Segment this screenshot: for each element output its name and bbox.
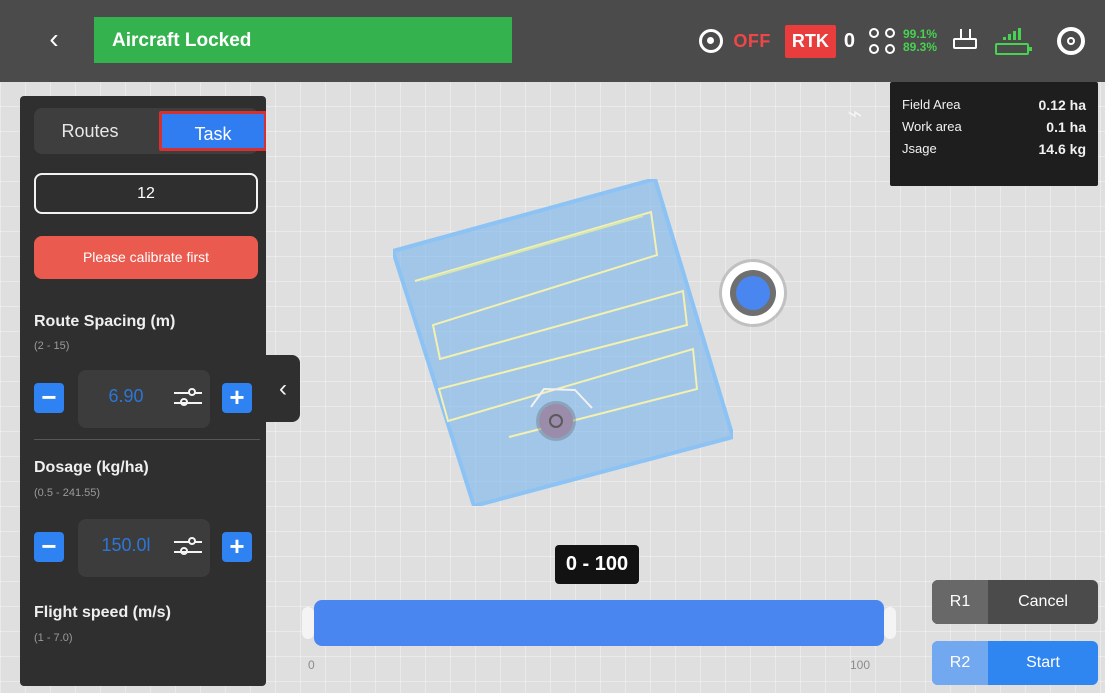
divider xyxy=(34,439,260,440)
back-button[interactable]: ‹ xyxy=(40,25,68,53)
top-bar: ‹ Aircraft Locked OFF RTK 0 99.1% 89.3% xyxy=(0,0,1105,82)
drone-icon xyxy=(868,28,895,54)
dosage-stepper[interactable]: − 150.0l + xyxy=(34,519,260,577)
field-id-input[interactable]: 12 xyxy=(34,173,258,214)
signal-battery-icon xyxy=(995,27,1032,55)
stat-value: 0.12 ha xyxy=(1038,97,1086,113)
aircraft-status-banner: Aircraft Locked xyxy=(94,17,512,63)
range-end-handle[interactable] xyxy=(884,607,896,639)
route-spacing-value-box[interactable]: 6.90 xyxy=(78,370,210,428)
range-slider-track[interactable] xyxy=(314,600,884,646)
collapse-panel-button[interactable]: ‹ xyxy=(266,355,300,422)
stat-row: Work area 0.1 ha xyxy=(902,116,1086,138)
range-start-handle[interactable] xyxy=(302,607,314,639)
rtk-count: 0 xyxy=(843,29,855,52)
gnss-status: OFF xyxy=(733,30,771,51)
stat-value: 14.6 kg xyxy=(1038,141,1086,157)
rtk-badge: RTK xyxy=(784,24,836,58)
stat-value: 0.1 ha xyxy=(1046,119,1086,135)
stat-label: Work area xyxy=(902,119,962,134)
panel-tabs: Routes Task xyxy=(34,108,266,154)
dosage-decrease-button[interactable]: − xyxy=(34,532,64,562)
tab-routes[interactable]: Routes xyxy=(34,108,146,154)
route-spacing-increase-button[interactable]: + xyxy=(222,383,252,413)
stat-label: Field Area xyxy=(902,97,961,112)
route-spacing-title: Route Spacing (m) xyxy=(34,313,176,330)
field-stats-card: Field Area 0.12 ha Work area 0.1 ha Jsag… xyxy=(890,82,1098,186)
flight-speed-range: (1 - 7.0) xyxy=(34,632,73,644)
settings-button[interactable] xyxy=(1057,27,1085,55)
slider-settings-icon xyxy=(174,533,202,561)
slider-settings-icon xyxy=(174,384,202,412)
field-boundary xyxy=(393,179,733,506)
start-button-label: Start xyxy=(1026,654,1060,671)
drone-position-marker[interactable] xyxy=(722,262,784,324)
drone-battery-readout: 99.1% 89.3% xyxy=(903,28,937,53)
dosage-title: Dosage (kg/ha) xyxy=(34,459,149,476)
calibrate-warning-button[interactable]: Please calibrate first xyxy=(34,236,258,279)
start-button[interactable]: R2 Start xyxy=(932,641,1098,685)
cancel-button[interactable]: R1 Cancel xyxy=(932,580,1098,624)
range-pill: 0 - 100 xyxy=(555,545,639,584)
dosage-range: (0.5 - 241.55) xyxy=(34,487,101,499)
dosage-increase-button[interactable]: + xyxy=(222,532,252,562)
drone-battery-secondary: 89.3% xyxy=(902,40,937,54)
gnss-icon xyxy=(699,29,724,53)
dosage-value: 150.0l xyxy=(101,535,151,555)
route-tool-icon[interactable]: ⌁ xyxy=(839,97,871,129)
dosage-value-box[interactable]: 150.0l xyxy=(78,519,210,577)
route-spacing-stepper[interactable]: − 6.90 + xyxy=(34,370,260,428)
tab-task[interactable]: Task xyxy=(159,111,266,151)
range-slider[interactable] xyxy=(302,597,896,653)
chevron-left-icon: ‹ xyxy=(49,23,59,54)
chevron-left-icon: ‹ xyxy=(279,375,287,402)
remote-controller-icon xyxy=(951,29,981,53)
start-shortcut-key: R2 xyxy=(932,641,988,685)
aircraft-status-text: Aircraft Locked xyxy=(112,30,252,51)
route-spacing-value: 6.90 xyxy=(108,386,144,406)
range-min-label: 0 xyxy=(308,658,315,672)
stat-row: Jsage 14.6 kg xyxy=(902,138,1086,160)
stat-label: Jsage xyxy=(902,141,937,156)
stat-row: Field Area 0.12 ha xyxy=(902,94,1086,116)
cancel-shortcut-key: R1 xyxy=(932,580,988,624)
app-screen: ‹ Aircraft Locked OFF RTK 0 99.1% 89.3% xyxy=(0,0,1105,693)
route-spacing-range: (2 - 15) xyxy=(34,340,70,352)
flight-speed-title: Flight speed (m/s) xyxy=(34,604,171,621)
task-settings-panel: Routes Task 12 Please calibrate first Ro… xyxy=(20,96,266,686)
top-status-icons: OFF RTK 0 99.1% 89.3% xyxy=(699,18,1085,64)
home-point-marker[interactable] xyxy=(539,404,573,438)
range-max-label: 100 xyxy=(850,658,871,672)
range-slider-fill xyxy=(314,600,884,646)
cancel-button-label: Cancel xyxy=(1018,593,1068,610)
route-spacing-decrease-button[interactable]: − xyxy=(34,383,64,413)
